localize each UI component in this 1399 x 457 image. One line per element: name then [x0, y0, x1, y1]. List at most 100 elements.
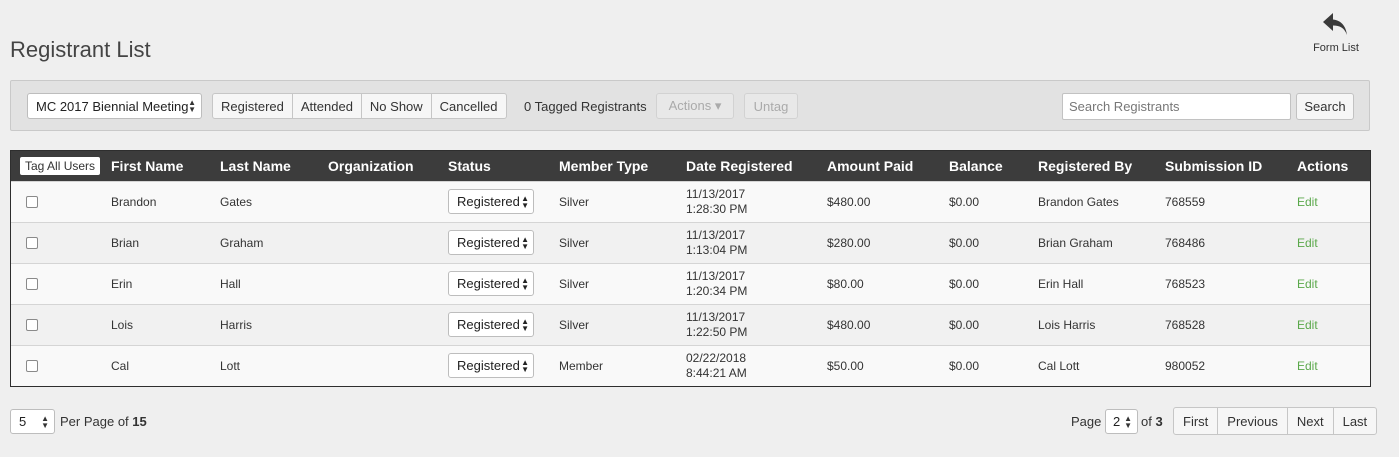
edit-link[interactable]: Edit: [1297, 359, 1318, 373]
tag-all-users-button[interactable]: Tag All Users: [20, 156, 101, 175]
member-type-cell: Silver: [559, 276, 590, 291]
per-page-select[interactable]: 5 ▲ ▼: [10, 409, 55, 434]
last-page-button[interactable]: Last: [1332, 407, 1378, 435]
registered-by-cell: Cal Lott: [1038, 358, 1080, 373]
tab-attended[interactable]: Attended: [291, 93, 362, 119]
untag-button[interactable]: Untag: [744, 93, 798, 119]
col-registered-by[interactable]: Registered By: [1038, 151, 1165, 181]
first-page-button[interactable]: First: [1173, 407, 1219, 435]
submission-id-cell: 768559: [1165, 194, 1206, 209]
table-header-row: Tag All Users First Name Last Name Organ…: [11, 151, 1370, 181]
status-cell: Registered ▲ ▼: [448, 181, 559, 222]
organization-cell: [328, 181, 448, 222]
per-page-value: 5: [19, 414, 27, 429]
last-name-cell: Lott: [220, 358, 241, 373]
col-balance[interactable]: Balance: [949, 151, 1038, 181]
date-registered-cell: 11/13/2017 1:20:34 PM: [686, 263, 827, 304]
status-select-value: Registered: [457, 358, 520, 374]
col-date-registered[interactable]: Date Registered: [686, 151, 827, 181]
col-member-type[interactable]: Member Type: [559, 151, 686, 181]
edit-link[interactable]: Edit: [1297, 195, 1318, 209]
member-type-cell: Silver: [559, 235, 590, 250]
date-text: 11/13/2017: [686, 268, 746, 283]
organization-cell: [328, 222, 448, 263]
col-amount-paid[interactable]: Amount Paid: [827, 151, 949, 181]
time-text: 1:13:04 PM: [686, 242, 748, 257]
amount-paid-cell: $480.00: [827, 194, 871, 209]
actions-dropdown-button[interactable]: Actions ▾: [656, 93, 734, 119]
per-page-label: Per Page of 15: [60, 414, 147, 429]
organization-cell: [328, 263, 448, 304]
date-registered-cell: 11/13/2017 1:13:04 PM: [686, 222, 827, 263]
amount-paid-cell: $280.00: [827, 235, 871, 250]
row-select-cell: [11, 181, 111, 222]
status-select[interactable]: Registered ▲ ▼: [448, 230, 534, 255]
table-row: Brandon Gates Registered ▲ ▼ Silver 11/13/2017…: [11, 181, 1370, 222]
edit-link[interactable]: Edit: [1297, 277, 1318, 291]
total-count: 15: [132, 414, 147, 429]
member-type-cell: Silver: [559, 317, 590, 332]
tab-no-show[interactable]: No Show: [360, 93, 432, 119]
tab-registered[interactable]: Registered: [212, 93, 293, 119]
status-select[interactable]: Registered ▲ ▼: [448, 312, 534, 337]
last-name-cell: Graham: [220, 235, 264, 250]
status-cell: Registered ▲ ▼: [448, 345, 559, 386]
registrant-table: Tag All Users First Name Last Name Organ…: [10, 150, 1371, 387]
event-select[interactable]: MC 2017 Biennial Meeting ▲ ▼: [27, 93, 202, 119]
col-last-name[interactable]: Last Name: [220, 151, 328, 181]
tag-all-cell: Tag All Users: [11, 151, 111, 181]
tab-cancelled[interactable]: Cancelled: [430, 93, 507, 119]
filter-toolbar: MC 2017 Biennial Meeting ▲ ▼ Registered A…: [10, 80, 1370, 131]
status-select[interactable]: Registered ▲ ▼: [448, 189, 534, 214]
registered-by-cell: Brandon Gates: [1038, 194, 1119, 209]
form-list-label: Form List: [1313, 42, 1359, 54]
status-select[interactable]: Registered ▲ ▼: [448, 353, 534, 379]
row-checkbox[interactable]: [26, 359, 38, 372]
submission-id-cell: 980052: [1165, 358, 1206, 373]
time-text: 8:44:21 AM: [686, 365, 747, 380]
previous-page-button[interactable]: Previous: [1217, 407, 1288, 435]
member-type-cell: Member: [559, 358, 604, 373]
next-page-button[interactable]: Next: [1286, 407, 1334, 435]
date-text: 11/13/2017: [686, 309, 746, 324]
row-checkbox[interactable]: [26, 277, 38, 290]
col-first-name[interactable]: First Name: [111, 151, 220, 181]
page-total-label: of 3: [1141, 414, 1163, 429]
search-button[interactable]: Search: [1296, 93, 1354, 120]
status-select-value: Registered: [457, 276, 520, 291]
edit-link[interactable]: Edit: [1297, 236, 1318, 250]
row-select-cell: [11, 222, 111, 263]
col-organization[interactable]: Organization: [328, 151, 448, 181]
reply-arrow-icon: [1323, 13, 1347, 35]
form-list-link[interactable]: Form List: [1306, 10, 1366, 54]
total-pages: 3: [1155, 414, 1163, 429]
status-select[interactable]: Registered ▲ ▼: [448, 271, 534, 296]
col-status[interactable]: Status: [448, 151, 559, 181]
row-select-cell: [11, 263, 111, 304]
event-select-value: MC 2017 Biennial Meeting: [36, 98, 189, 114]
status-select-value: Registered: [457, 194, 520, 209]
row-checkbox[interactable]: [26, 195, 38, 208]
row-select-cell: [11, 304, 111, 345]
registered-by-cell: Brian Graham: [1038, 235, 1113, 250]
registered-by-cell: Erin Hall: [1038, 276, 1084, 291]
edit-link[interactable]: Edit: [1297, 318, 1318, 332]
submission-id-cell: 768528: [1165, 317, 1206, 332]
select-arrows-icon: ▲ ▼: [521, 275, 529, 292]
date-text: 02/22/2018: [686, 350, 747, 365]
status-cell: Registered ▲ ▼: [448, 304, 559, 345]
actions-cell: Edit: [1297, 304, 1370, 345]
balance-cell: $0.00: [949, 317, 980, 332]
select-arrows-icon: ▲ ▼: [41, 413, 49, 430]
select-arrows-icon: ▲ ▼: [521, 316, 529, 333]
balance-cell: $0.00: [949, 276, 980, 291]
row-checkbox[interactable]: [26, 318, 38, 331]
row-checkbox[interactable]: [26, 236, 38, 249]
page-select[interactable]: 2 ▲ ▼: [1105, 409, 1138, 434]
member-type-cell: Silver: [559, 194, 590, 209]
date-registered-cell: 02/22/2018 8:44:21 AM: [686, 345, 827, 386]
actions-cell: Edit: [1297, 345, 1370, 386]
search-input[interactable]: [1062, 93, 1291, 120]
col-submission-id[interactable]: Submission ID: [1165, 151, 1297, 181]
registered-by-cell: Lois Harris: [1038, 317, 1096, 332]
